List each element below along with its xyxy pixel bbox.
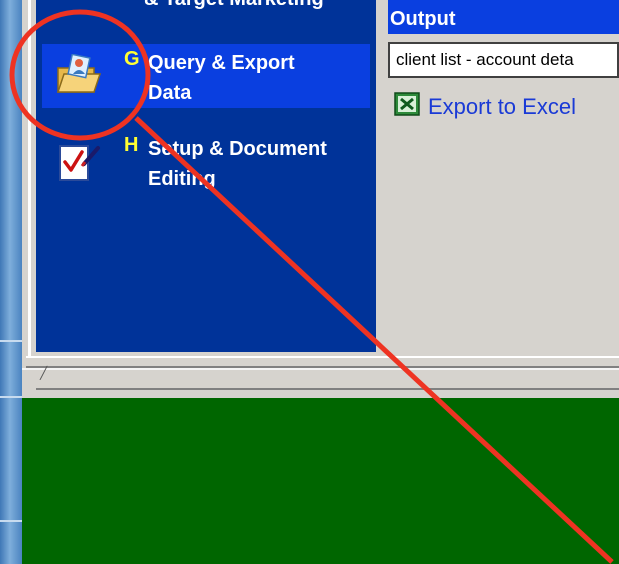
checklist-pen-icon	[59, 145, 100, 181]
edge-seam	[0, 396, 22, 398]
folder-person-icon	[56, 54, 102, 93]
frame-highlight	[28, 0, 31, 368]
navigation-panel: & Target Marketing G Query & Export Data…	[36, 0, 376, 352]
nav-shortcut-letter: H	[124, 134, 139, 156]
edge-seam	[0, 520, 22, 522]
nav-item-query-export[interactable]: G Query & Export Data	[42, 44, 370, 108]
nav-item-label: Setup & Document Editing	[148, 138, 327, 190]
nav-item-label: Query & Export Data	[148, 52, 295, 104]
nav-item-setup-editing[interactable]: H Setup & Document Editing	[42, 130, 370, 194]
desktop-left-edge	[0, 0, 22, 564]
output-panel: Output client list - account deta Export…	[376, 0, 619, 352]
nav-shortcut-letter: G	[124, 48, 140, 70]
edge-line	[36, 388, 619, 390]
splitter-bar[interactable]	[26, 356, 619, 368]
grip-icon: ╱	[40, 366, 48, 380]
export-link-label: Export to Excel	[428, 94, 576, 119]
output-select[interactable]: client list - account deta	[388, 42, 619, 78]
nav-item-label-target-marketing[interactable]: & Target Marketing	[144, 0, 324, 11]
edge-seam	[0, 340, 22, 342]
background-area	[22, 398, 619, 564]
output-header: Output	[388, 4, 619, 34]
window-bottom-edge	[22, 368, 619, 398]
excel-icon	[394, 92, 420, 116]
